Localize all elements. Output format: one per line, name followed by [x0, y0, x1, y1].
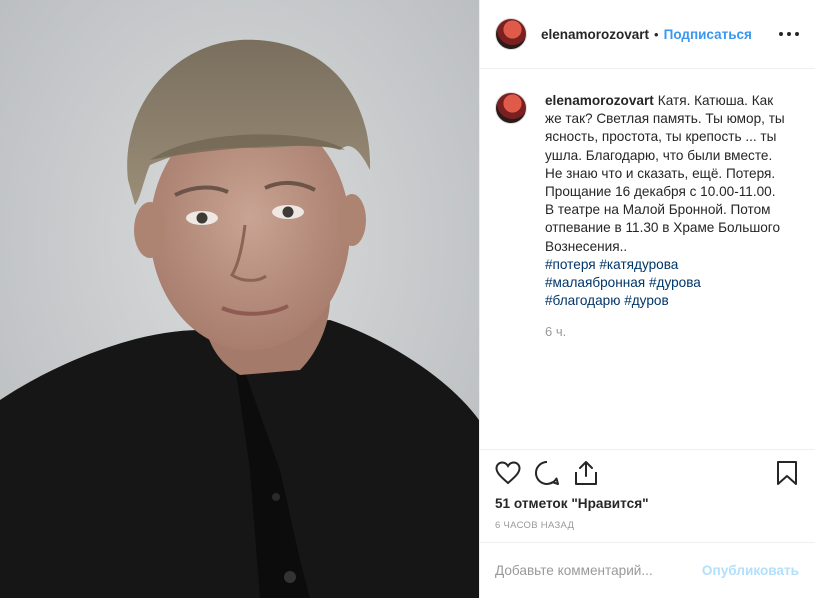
more-horizontal-icon[interactable]	[779, 24, 799, 44]
comment-input[interactable]	[495, 563, 702, 578]
post-header: elenamorozovart • Подписаться	[480, 0, 815, 69]
share-icon[interactable]	[573, 460, 599, 486]
follow-button[interactable]: Подписаться	[664, 27, 752, 42]
hashtag[interactable]: #дуров	[624, 293, 668, 308]
portrait-image	[0, 0, 479, 598]
hashtag[interactable]: #благодарю	[545, 293, 620, 308]
bookmark-icon[interactable]	[774, 460, 800, 486]
hashtag[interactable]: #малаябронная	[545, 275, 645, 290]
hashtag[interactable]: #катядурова	[599, 257, 678, 272]
comment-icon[interactable]	[534, 460, 560, 486]
likes-count[interactable]: 51 отметок "Нравится"	[495, 496, 800, 511]
comments-area[interactable]: elenamorozovart Катя. Катюша. Как же так?…	[480, 70, 815, 448]
caption-text: Катя. Катюша. Как же так? Светлая память…	[545, 93, 785, 254]
posted-time[interactable]: 6 часов назад	[495, 520, 800, 531]
comment-bar: Опубликовать	[480, 542, 815, 598]
action-icons	[495, 450, 800, 496]
post-photo[interactable]	[0, 0, 479, 598]
caption-avatar[interactable]	[495, 92, 527, 124]
caption-body: elenamorozovart Катя. Катюша. Как же так?…	[545, 92, 785, 342]
caption-username[interactable]: elenamorozovart	[545, 93, 654, 108]
post-panel: elenamorozovart • Подписаться elenamoroz…	[479, 0, 815, 598]
heart-icon[interactable]	[495, 460, 521, 486]
hashtag[interactable]: #потеря	[545, 257, 596, 272]
avatar[interactable]	[495, 18, 527, 50]
action-bar: 51 отметок "Нравится" 6 часов назад	[480, 449, 815, 542]
publish-button[interactable]: Опубликовать	[702, 563, 799, 578]
hashtag[interactable]: #дурова	[649, 275, 701, 290]
separator-dot: •	[654, 26, 659, 42]
caption-time[interactable]: 6 ч.	[545, 323, 785, 341]
caption: elenamorozovart Катя. Катюша. Как же так?…	[495, 92, 799, 342]
hashtags: #потеря #катядурова #малаябронная #дуров…	[545, 256, 785, 311]
header-username[interactable]: elenamorozovart	[541, 27, 649, 42]
